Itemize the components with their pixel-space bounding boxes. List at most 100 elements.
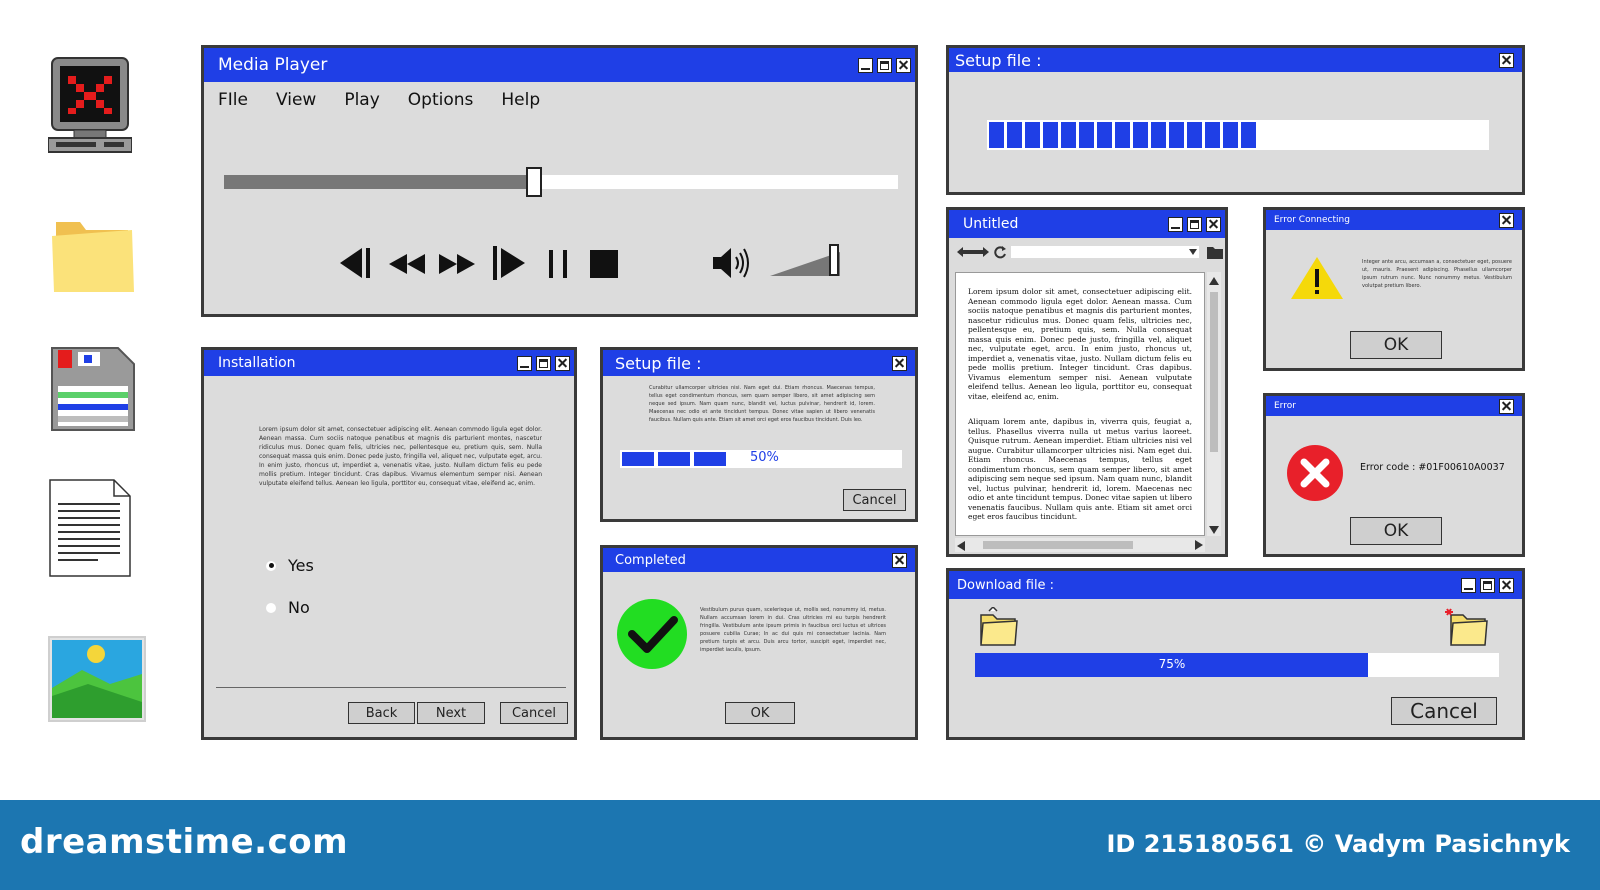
- rewind-icon[interactable]: [389, 254, 425, 274]
- title-bar[interactable]: Download file :: [949, 571, 1522, 599]
- progress-segment: [1205, 122, 1220, 148]
- menu-options[interactable]: Options: [408, 90, 474, 110]
- menu-help[interactable]: Help: [501, 90, 540, 110]
- title-bar[interactable]: Setup file :: [603, 350, 915, 376]
- back-arrow-icon[interactable]: [957, 247, 973, 257]
- radio-no[interactable]: No: [266, 598, 310, 617]
- checkmark-icon: [617, 599, 687, 669]
- address-bar[interactable]: [1011, 246, 1199, 258]
- menu-bar: FIle View Play Options Help: [218, 90, 540, 110]
- chevron-down-icon[interactable]: [1189, 249, 1197, 255]
- scroll-thumb[interactable]: [983, 541, 1133, 549]
- speaker-icon[interactable]: [711, 246, 751, 280]
- document-area[interactable]: Lorem ipsum dolor sit amet, consectetuer…: [955, 272, 1205, 536]
- destination-folder-icon: [1445, 608, 1488, 646]
- play-icon[interactable]: [491, 246, 527, 280]
- minimize-button[interactable]: [858, 57, 873, 73]
- horizontal-scrollbar[interactable]: [955, 538, 1205, 552]
- radio-label: No: [288, 598, 310, 617]
- back-button[interactable]: Back: [348, 702, 415, 724]
- close-button[interactable]: [1499, 212, 1514, 228]
- scroll-right-icon[interactable]: [1193, 538, 1205, 552]
- title-bar[interactable]: Media Player: [204, 48, 915, 82]
- close-button[interactable]: [892, 355, 907, 371]
- skip-previous-icon[interactable]: [336, 246, 372, 280]
- close-button[interactable]: [1499, 577, 1514, 593]
- floppy-disk-icon[interactable]: [48, 346, 136, 432]
- setup-text: Curabitur ullamcorper ultricies nisi. Na…: [649, 385, 875, 423]
- folder-icon[interactable]: [50, 208, 136, 294]
- window-title: Setup file :: [615, 353, 702, 373]
- cancel-button[interactable]: Cancel: [1391, 697, 1497, 725]
- title-bar[interactable]: Installation: [204, 350, 574, 376]
- close-button[interactable]: [1499, 398, 1514, 414]
- window-title: Error: [1274, 401, 1296, 411]
- volume-slider[interactable]: [770, 244, 848, 278]
- title-bar[interactable]: Setup file :: [949, 48, 1522, 72]
- forward-arrow-icon[interactable]: [973, 247, 989, 257]
- image-icon[interactable]: [48, 636, 146, 722]
- media-player-window: Media Player FIle View Play Options Help: [201, 45, 918, 317]
- next-button[interactable]: Next: [417, 702, 485, 724]
- close-button[interactable]: [896, 57, 911, 73]
- progress-segment: [1223, 122, 1238, 148]
- progress-bar: 50%: [620, 450, 902, 468]
- maximize-button[interactable]: [536, 355, 551, 371]
- window-title: Media Player: [218, 55, 328, 75]
- scroll-thumb[interactable]: [1210, 292, 1218, 452]
- menu-file[interactable]: FIle: [218, 90, 248, 110]
- progress-segments: [989, 122, 1256, 148]
- cancel-button[interactable]: Cancel: [843, 489, 906, 511]
- progress-segment: [694, 452, 726, 466]
- volume-thumb[interactable]: [829, 244, 839, 276]
- ok-button[interactable]: OK: [1350, 517, 1442, 545]
- title-bar[interactable]: Untitled: [949, 210, 1225, 238]
- progress-segment: [1025, 122, 1040, 148]
- error-icon: [1287, 445, 1343, 501]
- computer-error-icon[interactable]: [47, 56, 133, 154]
- window-title: Error Connecting: [1274, 215, 1350, 225]
- stop-icon[interactable]: [590, 250, 618, 278]
- maximize-button[interactable]: [1187, 216, 1202, 232]
- scroll-left-icon[interactable]: [955, 539, 967, 553]
- cancel-button[interactable]: Cancel: [500, 702, 568, 724]
- text-document-icon[interactable]: [48, 478, 132, 578]
- progress-segment: [1097, 122, 1112, 148]
- progress-segment: [1061, 122, 1076, 148]
- seek-thumb[interactable]: [526, 167, 543, 197]
- scroll-down-icon[interactable]: [1207, 524, 1221, 536]
- close-button[interactable]: [892, 552, 907, 568]
- document-paragraph-2: Aliquam lorem ante, dapibus in, viverra …: [968, 417, 1192, 521]
- progress-segment: [1115, 122, 1130, 148]
- toolbar: [953, 242, 1223, 264]
- radio-dot-selected: [266, 560, 276, 571]
- title-bar[interactable]: Error Connecting: [1266, 210, 1522, 230]
- close-button[interactable]: [1499, 52, 1514, 68]
- progress-segment: [1187, 122, 1202, 148]
- radio-label: Yes: [288, 556, 314, 575]
- error-connecting-text: Integer ante arcu, accumsan a, consectet…: [1362, 259, 1512, 289]
- title-bar[interactable]: Completed: [603, 548, 915, 572]
- refresh-icon[interactable]: [993, 245, 1007, 259]
- source-folder-icon: [980, 607, 1018, 646]
- minimize-button[interactable]: [1461, 577, 1476, 593]
- fast-forward-icon[interactable]: [439, 254, 475, 274]
- close-button[interactable]: [555, 355, 570, 371]
- scroll-up-icon[interactable]: [1207, 275, 1221, 287]
- pause-icon[interactable]: [547, 250, 571, 278]
- maximize-button[interactable]: [877, 57, 892, 73]
- vertical-scrollbar[interactable]: [1207, 272, 1221, 536]
- close-button[interactable]: [1206, 216, 1221, 232]
- minimize-button[interactable]: [1168, 216, 1183, 232]
- title-bar[interactable]: Error: [1266, 396, 1522, 416]
- seek-bar[interactable]: [224, 167, 898, 197]
- folder-icon[interactable]: [1207, 245, 1223, 259]
- minimize-button[interactable]: [517, 355, 532, 371]
- radio-yes[interactable]: Yes: [266, 556, 314, 575]
- ok-button[interactable]: OK: [1350, 331, 1442, 359]
- menu-play[interactable]: Play: [344, 90, 379, 110]
- menu-view[interactable]: View: [276, 90, 316, 110]
- ok-button[interactable]: OK: [725, 702, 795, 724]
- window-title: Completed: [615, 552, 686, 568]
- maximize-button[interactable]: [1480, 577, 1495, 593]
